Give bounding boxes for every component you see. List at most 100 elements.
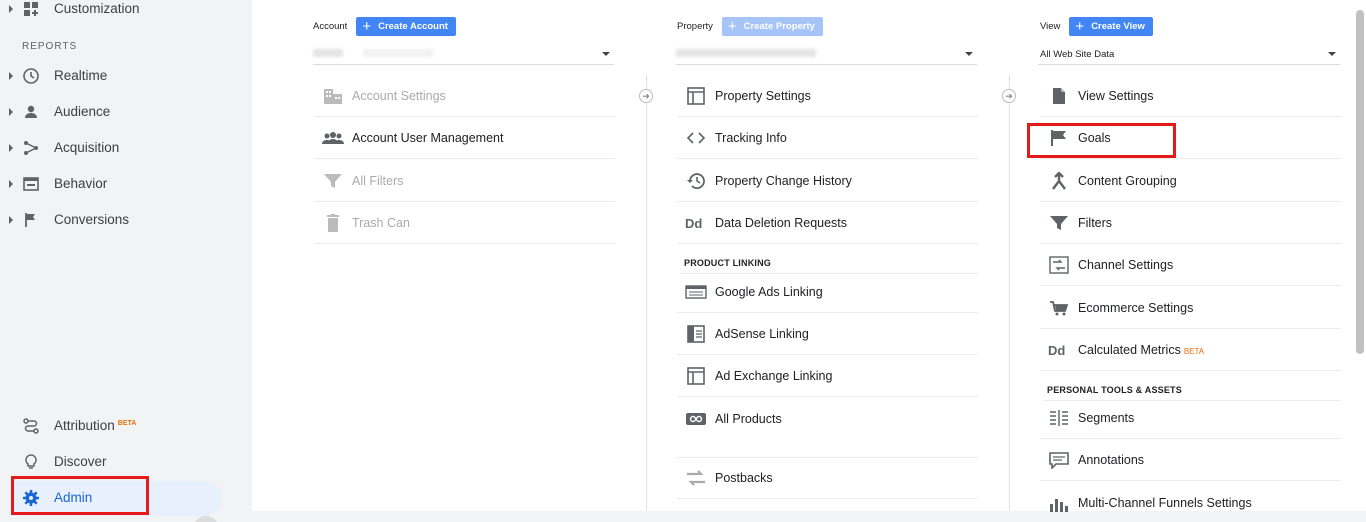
sidebar-item-realtime[interactable]: Realtime <box>0 58 240 94</box>
item-label: All Products <box>715 412 782 426</box>
sidebar-item-label: Acquisition <box>54 140 120 155</box>
users-icon <box>322 132 344 144</box>
goals-highlight-box <box>1027 123 1176 158</box>
sidebar-item-customization[interactable]: Customization <box>0 0 240 27</box>
item-label: Property Change History <box>715 174 852 188</box>
account-label: Account <box>313 21 348 32</box>
dashboard-icon <box>24 2 38 16</box>
filters-item[interactable]: Filters <box>1040 202 1341 244</box>
filter-icon <box>324 174 342 188</box>
view-settings-item[interactable]: View Settings <box>1040 75 1341 117</box>
link-icon <box>686 413 706 425</box>
sidebar-item-conversions[interactable]: Conversions <box>0 202 240 238</box>
google-ads-linking-item[interactable]: Google Ads Linking <box>677 271 978 313</box>
collapse-handle[interactable] <box>193 516 219 522</box>
item-label: Data Deletion Requests <box>715 216 848 230</box>
item-label: Segments <box>1078 411 1135 425</box>
property-select[interactable] <box>676 44 977 65</box>
expand-caret-icon <box>9 108 13 116</box>
adsense-icon <box>687 325 705 343</box>
comment-icon <box>1049 452 1069 469</box>
reports-heading: REPORTS <box>22 41 78 52</box>
postbacks-icon <box>687 470 705 486</box>
create-property-button[interactable]: + Create Property <box>721 17 823 36</box>
item-label: Calculated Metrics <box>1078 343 1181 357</box>
item-label: Content Grouping <box>1078 174 1177 188</box>
building-icon <box>324 89 342 104</box>
sidebar-item-label: Discover <box>54 454 107 469</box>
sidebar-item-audience[interactable]: Audience <box>0 94 240 130</box>
segments-item[interactable]: Segments <box>1040 397 1341 439</box>
property-label: Property <box>677 21 713 32</box>
expand-caret-icon <box>9 144 13 152</box>
item-label: Google Ads Linking <box>715 285 823 299</box>
item-label: Account Settings <box>352 89 446 103</box>
calculated-metrics-item[interactable]: Dd Calculated Metrics BETA <box>1040 329 1341 371</box>
postbacks-item[interactable]: Postbacks <box>677 457 978 499</box>
channel-icon <box>1049 256 1069 274</box>
lightbulb-icon <box>25 454 37 469</box>
sidebar-item-behavior[interactable]: Behavior <box>0 166 240 202</box>
view-select[interactable]: All Web Site Data <box>1038 44 1340 65</box>
create-account-button[interactable]: + Create Account <box>356 17 456 36</box>
channel-settings-item[interactable]: Channel Settings <box>1040 244 1341 286</box>
create-view-label: Create View <box>1091 21 1145 32</box>
view-label: View <box>1040 21 1061 32</box>
arrow-right-icon: ➜ <box>639 89 653 103</box>
sidebar-item-label: Conversions <box>54 212 130 227</box>
sidebar-item-label: Realtime <box>54 68 108 83</box>
scrollbar[interactable] <box>1356 10 1364 354</box>
item-label: AdSense Linking <box>715 327 809 341</box>
expand-caret-icon <box>9 216 13 224</box>
code-icon <box>686 132 706 144</box>
all-products-item[interactable]: All Products <box>677 398 978 458</box>
expand-caret-icon <box>9 5 13 13</box>
item-label: All Filters <box>352 174 404 188</box>
column-divider <box>1009 75 1010 511</box>
attribution-icon <box>23 418 39 434</box>
annotations-item[interactable]: Annotations <box>1040 439 1341 481</box>
property-settings-item[interactable]: Property Settings <box>677 75 978 117</box>
create-property-label: Create Property <box>743 21 815 32</box>
all-filters-item[interactable]: All Filters <box>314 160 615 202</box>
sidebar-item-label: Audience <box>54 104 111 119</box>
segments-icon <box>1050 410 1068 426</box>
window-icon <box>687 367 705 385</box>
trash-can-item[interactable]: Trash Can <box>314 202 615 244</box>
item-label: Account User Management <box>352 131 504 145</box>
plus-icon: + <box>1075 18 1085 35</box>
data-deletion-requests-item[interactable]: Dd Data Deletion Requests <box>677 202 978 244</box>
sidebar-item-acquisition[interactable]: Acquisition <box>0 130 240 166</box>
item-label: Ecommerce Settings <box>1078 301 1194 315</box>
account-user-management-item[interactable]: Account User Management <box>314 117 615 159</box>
account-select[interactable] <box>313 44 614 65</box>
account-name-redacted <box>313 49 343 57</box>
dropdown-arrow-icon <box>602 52 610 56</box>
account-settings-item[interactable]: Account Settings <box>314 75 615 117</box>
view-selected-value: All Web Site Data <box>1040 49 1115 60</box>
content-grouping-item[interactable]: Content Grouping <box>1040 160 1341 202</box>
adsense-linking-item[interactable]: AdSense Linking <box>677 313 978 355</box>
behavior-icon <box>23 177 39 191</box>
sidebar-item-attribution[interactable]: Attribution BETA <box>0 408 240 444</box>
multi-channel-funnels-settings-item[interactable]: Multi-Channel Funnels Settings <box>1040 482 1341 522</box>
arrow-right-icon: ➜ <box>1002 89 1016 103</box>
item-label: Postbacks <box>715 471 773 485</box>
property-change-history-item[interactable]: Property Change History <box>677 160 978 202</box>
create-view-button[interactable]: + Create View <box>1069 17 1153 36</box>
sidebar-item-label: Attribution <box>54 418 115 433</box>
item-label: Channel Settings <box>1078 258 1174 272</box>
plus-icon: + <box>362 18 372 35</box>
grouping-icon <box>1052 172 1066 190</box>
tracking-info-item[interactable]: Tracking Info <box>677 117 978 159</box>
item-label-wrap: Calculated Metrics BETA <box>1078 343 1204 357</box>
create-account-label: Create Account <box>378 21 448 32</box>
ecommerce-settings-item[interactable]: Ecommerce Settings <box>1040 287 1341 329</box>
dropdown-arrow-icon <box>1328 52 1336 56</box>
view-header: View + Create View <box>1040 17 1153 36</box>
property-header: Property + Create Property <box>677 17 823 36</box>
ad-exchange-linking-item[interactable]: Ad Exchange Linking <box>677 355 978 397</box>
sidebar-item-label: Behavior <box>54 176 108 191</box>
sidebar-item-discover[interactable]: Discover <box>0 444 240 480</box>
beta-badge: BETA <box>1183 347 1205 356</box>
